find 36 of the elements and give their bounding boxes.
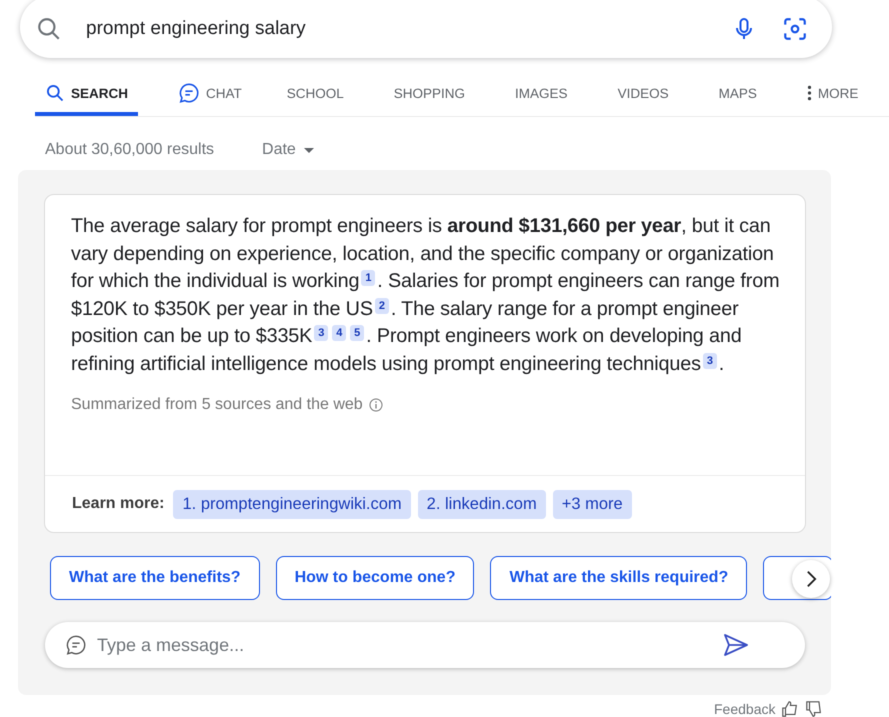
camera-icon[interactable] <box>782 16 808 42</box>
source-link[interactable]: 1. promptengineeringwiki.com <box>173 490 411 518</box>
send-icon[interactable] <box>723 633 749 657</box>
results-count: About 30,60,000 results <box>45 141 214 159</box>
search-icon <box>36 16 62 42</box>
suggestion-chip[interactable]: What are the benefits? <box>50 556 260 600</box>
more-icon <box>806 85 812 101</box>
tab[interactable]: SHOPPING <box>384 70 476 116</box>
thumbs-down-icon[interactable] <box>805 700 824 717</box>
message-field[interactable]: Type a message... <box>45 622 805 668</box>
summary-text: Summarized from 5 sources and the web <box>71 396 363 414</box>
search-query: prompt engineering salary <box>86 18 307 40</box>
chat-icon <box>178 82 200 104</box>
tab[interactable]: SEARCH <box>35 70 138 116</box>
tab[interactable]: SCHOOL <box>276 70 354 116</box>
search-icon <box>45 83 65 103</box>
thumbs-up-icon[interactable] <box>781 700 800 717</box>
date-dropdown[interactable]: Date <box>262 141 314 159</box>
message-input[interactable]: Type a message... <box>95 634 715 656</box>
info-icon[interactable] <box>368 398 383 412</box>
chat-icon <box>65 634 87 656</box>
suggestion-chip[interactable]: What are the skills required? <box>490 556 748 600</box>
source-link[interactable]: 2. linkedin.com <box>418 490 546 518</box>
tab[interactable]: IMAGES <box>505 70 578 116</box>
suggestion-chip[interactable]: How to become one? <box>276 556 474 600</box>
search-field[interactable]: prompt engineering salary <box>20 0 832 58</box>
learn-more-label: Learn more: <box>72 495 164 513</box>
tab[interactable]: CHAT <box>168 70 252 116</box>
feedback-link[interactable]: Feedback <box>714 701 776 717</box>
tab[interactable]: VIDEOS <box>608 70 679 116</box>
caret-icon <box>304 148 314 152</box>
tab[interactable]: MORE <box>796 70 868 116</box>
chevron-right-icon <box>806 569 816 589</box>
answer-paragraph: The average salary for prompt engineers is around $131,660 per year, but it can vary depending on experience, location, and the specific company or organization for which the individual is working 1 . Salaries for prompt engineers can range from $120K to $350K per year in the US 2 . The salary range for a prompt engineer position can be up to $335K 3 4 5 . Prompt engineers work on developing and refining artificial intelligence models using prompt engineering techniques 3 . <box>71 214 780 376</box>
tab[interactable]: MAPS <box>708 70 767 116</box>
source-link[interactable]: +3 more <box>552 490 632 518</box>
